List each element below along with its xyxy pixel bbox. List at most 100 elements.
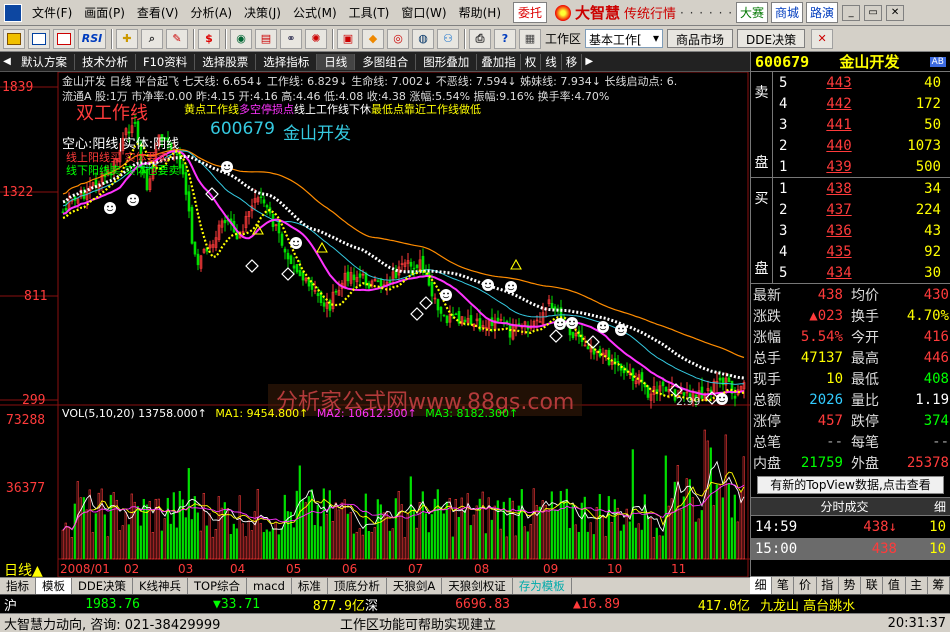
order-price[interactable]: 435 — [799, 244, 879, 260]
close-icon[interactable]: ✕ — [886, 4, 905, 21]
order-book-row[interactable]: 3 441 50 — [751, 114, 950, 135]
tab-line[interactable]: 线 — [541, 53, 562, 70]
news-icon[interactable]: ◎ — [387, 28, 409, 49]
tab-multi-chart[interactable]: 多图组合 — [355, 53, 417, 70]
mall-button[interactable]: 商城 — [771, 2, 804, 23]
order-price[interactable]: 439 — [799, 159, 879, 175]
tab-rights[interactable]: 权 — [521, 53, 542, 70]
tab-select-stock[interactable]: 选择股票 — [195, 53, 257, 70]
ab-badge[interactable]: AB — [929, 56, 946, 67]
order-price[interactable]: 437 — [799, 202, 879, 218]
menu-tools[interactable]: 工具(T) — [343, 4, 396, 21]
bottom-tab[interactable]: 指标 — [0, 578, 36, 594]
binoculars-icon[interactable]: ⚭ — [280, 28, 302, 49]
order-price[interactable]: 441 — [799, 117, 879, 133]
topview-notice[interactable]: 有新的TopView数据,点击查看 — [757, 476, 944, 494]
panel-tab[interactable]: 筹 — [928, 577, 950, 594]
roadshow-button[interactable]: 路演 — [806, 2, 839, 23]
diamond-icon[interactable]: ◆ — [362, 28, 384, 49]
tab-move[interactable]: 移 — [562, 53, 583, 70]
order-book-row[interactable]: 4 435 92 — [751, 241, 950, 262]
restore-icon[interactable]: ▭ — [864, 4, 883, 21]
order-price[interactable]: 440 — [799, 138, 879, 154]
order-price[interactable]: 443 — [799, 75, 879, 91]
ticks-detail-button[interactable]: 细 — [934, 498, 946, 515]
dde-decision-button[interactable]: DDE决策 — [737, 29, 806, 48]
menu-file[interactable]: 文件(F) — [26, 4, 78, 21]
menu-help[interactable]: 帮助(H) — [453, 4, 507, 21]
book-icon[interactable]: ▤ — [255, 28, 277, 49]
crosshair-icon[interactable]: ✚ — [116, 28, 138, 49]
tick-row[interactable]: 14:59 438↓ 10 — [751, 516, 950, 538]
menu-window[interactable]: 窗口(W) — [395, 4, 452, 21]
sz-label[interactable]: 深 — [365, 595, 385, 614]
bottom-tab[interactable]: TOP综合 — [188, 578, 248, 594]
menu-decision[interactable]: 决策(J) — [238, 4, 287, 21]
order-price[interactable]: 436 — [799, 223, 879, 239]
info-icon[interactable]: ▣ — [337, 28, 359, 49]
order-book-row[interactable]: 2 437 224 — [751, 199, 950, 220]
panel-close-icon[interactable]: ✕ — [811, 28, 834, 49]
panel-tab[interactable]: 指 — [817, 577, 839, 594]
panel-tab[interactable]: 联 — [861, 577, 884, 594]
users-icon[interactable]: ⚇ — [437, 28, 459, 49]
bottom-tab[interactable]: macd — [247, 578, 292, 594]
bottom-tab[interactable]: DDE决策 — [72, 578, 133, 594]
minute-chart-icon[interactable] — [28, 28, 50, 49]
panel-tab[interactable]: 笔 — [772, 577, 795, 594]
tab-daily[interactable]: 日线 — [317, 53, 356, 70]
radar-icon[interactable]: ✺ — [305, 28, 327, 49]
tab-f10[interactable]: F10资料 — [136, 53, 196, 70]
bottom-tab[interactable]: 模板 — [36, 578, 72, 594]
panel-tab[interactable]: 值 — [883, 577, 906, 594]
order-book-row[interactable]: 4 442 172 — [751, 93, 950, 114]
contest-button[interactable]: 大赛 — [736, 2, 769, 23]
menu-analysis[interactable]: 分析(A) — [184, 4, 238, 21]
bottom-tab[interactable]: K线神兵 — [133, 578, 189, 594]
help-icon[interactable]: ? — [494, 28, 516, 49]
minimize-icon[interactable]: _ — [842, 4, 861, 21]
tab-select-indicator[interactable]: 选择指标 — [256, 53, 318, 70]
menu-view-screen[interactable]: 画面(P) — [78, 4, 131, 21]
bottom-tab[interactable]: 存为模板 — [513, 578, 572, 594]
order-book-row[interactable]: 5 434 30 — [751, 262, 950, 283]
eye-icon[interactable]: ◉ — [230, 28, 252, 49]
money-icon[interactable]: $ — [198, 28, 220, 49]
order-book-row[interactable]: 5 443 40 — [751, 72, 950, 93]
tab-technical-analysis[interactable]: 技术分析 — [75, 53, 136, 70]
panel-tab[interactable]: 势 — [839, 577, 862, 594]
order-price[interactable]: 442 — [799, 96, 879, 112]
layout-icon[interactable]: ▦ — [519, 28, 541, 49]
tabs-left-arrow-icon[interactable]: ◀ — [0, 56, 14, 67]
bottom-tab[interactable]: 天狼剑A — [387, 578, 443, 594]
workzone-select[interactable]: 基本工作[▾ — [585, 29, 664, 48]
menu-view[interactable]: 查看(V) — [131, 4, 185, 21]
panel-tab[interactable]: 细 — [750, 577, 773, 594]
kline-chart-icon[interactable] — [53, 28, 75, 49]
bottom-tab[interactable]: 天狼剑权证 — [442, 578, 513, 594]
draw-line-icon[interactable]: ✎ — [166, 28, 188, 49]
order-book-row[interactable]: 3 436 43 — [751, 220, 950, 241]
print-icon[interactable]: ⎙ — [469, 28, 491, 49]
bottom-tab[interactable]: 顶底分析 — [328, 578, 387, 594]
rsi-icon[interactable]: RSI — [78, 28, 106, 49]
tab-overlay[interactable]: 图形叠加 — [416, 53, 478, 70]
tabs-right-arrow-icon[interactable]: ▶ — [582, 56, 596, 67]
panel-tab[interactable]: 主 — [906, 577, 928, 594]
order-price[interactable]: 434 — [799, 265, 879, 281]
tick-row[interactable]: 15:00 438 10 — [751, 538, 950, 560]
quote-list-icon[interactable] — [3, 28, 25, 49]
order-book-row[interactable]: 1 438 34 — [751, 178, 950, 199]
zoom-icon[interactable]: ⌕ — [141, 28, 163, 49]
tab-overlay-index[interactable]: 叠加指 — [477, 53, 521, 70]
sh-label[interactable]: 沪 — [0, 595, 30, 614]
order-book-row[interactable]: 1 439 500 — [751, 156, 950, 177]
tab-default-scheme[interactable]: 默认方案 — [14, 53, 75, 70]
menu-formula[interactable]: 公式(M) — [287, 4, 343, 21]
commodity-market-button[interactable]: 商品市场 — [667, 29, 734, 48]
panel-tab[interactable]: 价 — [794, 577, 817, 594]
entrust-button[interactable]: 委托 — [513, 2, 548, 23]
bottom-tab[interactable]: 标准 — [292, 578, 328, 594]
order-price[interactable]: 438 — [799, 181, 879, 197]
news-ticker[interactable]: 九龙山 高台跳水 — [750, 595, 855, 614]
